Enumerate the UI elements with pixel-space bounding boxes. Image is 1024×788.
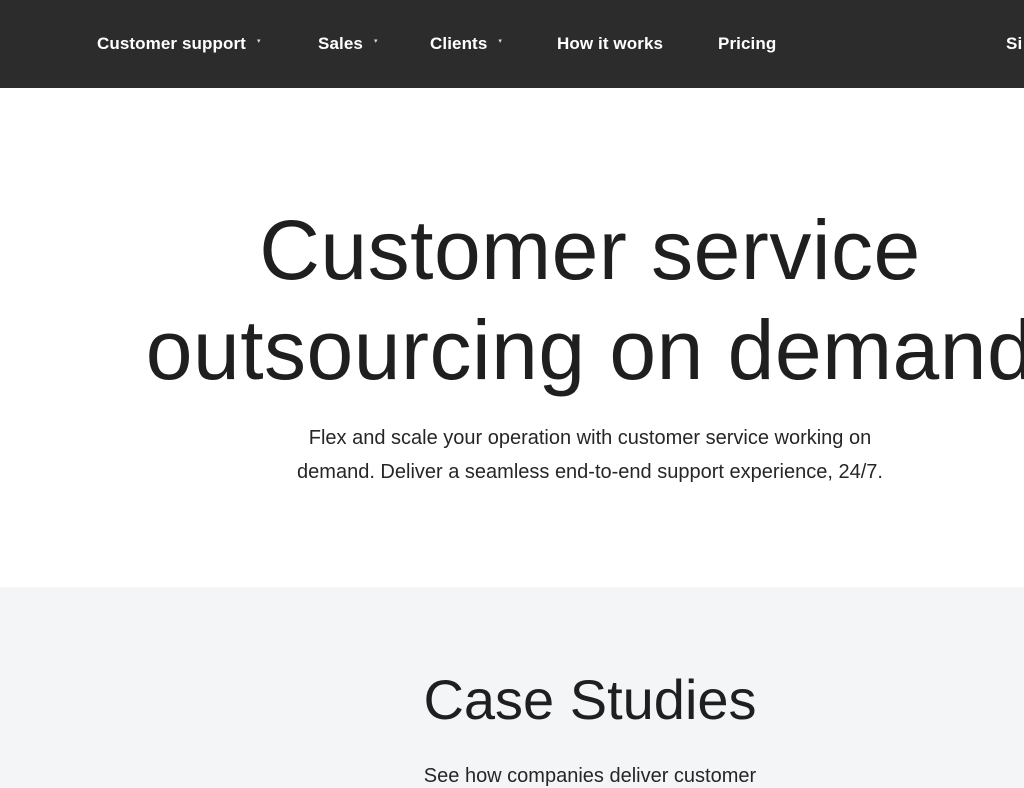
nav-item-label: How it works: [557, 34, 664, 53]
hero-title-line-2: outsourcing on demand: [145, 303, 1024, 397]
nav-item-customer-support[interactable]: Customer support ▾: [97, 0, 261, 88]
hero-subtitle-line-1: Flex and scale your operation with custo…: [308, 427, 872, 449]
hero-title: Customer service outsourcing on demand: [0, 200, 1024, 400]
case-studies-subtitle: See how companies deliver customer: [423, 765, 757, 787]
case-studies-title: Case Studies: [423, 668, 757, 731]
chevron-down-icon: ▾: [373, 38, 378, 45]
chevron-down-icon: ▾: [498, 38, 503, 45]
nav-item-clients[interactable]: Clients ▾: [430, 0, 502, 88]
sign-in-link[interactable]: Si: [1006, 0, 1022, 88]
hero-title-line-1: Customer service: [259, 203, 921, 297]
nav-item-pricing[interactable]: Pricing: [718, 0, 776, 88]
nav-item-how-it-works[interactable]: How it works: [557, 0, 663, 88]
nav-item-label: Pricing: [718, 34, 777, 53]
hero-section: Customer service outsourcing on demand F…: [0, 88, 1024, 587]
page: Customer support ▾ Sales ▾ Clients ▾ How…: [0, 0, 1024, 788]
top-navigation-bar: Customer support ▾ Sales ▾ Clients ▾ How…: [0, 0, 1024, 88]
sign-in-label: Si: [1006, 34, 1023, 53]
nav-item-label: Sales: [318, 34, 363, 53]
chevron-down-icon: ▾: [256, 38, 261, 45]
hero-subtitle: Flex and scale your operation with custo…: [250, 421, 930, 489]
nav-item-sales[interactable]: Sales ▾: [318, 0, 378, 88]
nav-item-label: Clients: [430, 34, 488, 53]
case-studies-section: Case Studies See how companies deliver c…: [0, 587, 1024, 788]
nav-item-label: Customer support: [97, 34, 246, 53]
hero-subtitle-line-2: demand. Deliver a seamless end-to-end su…: [297, 461, 883, 483]
